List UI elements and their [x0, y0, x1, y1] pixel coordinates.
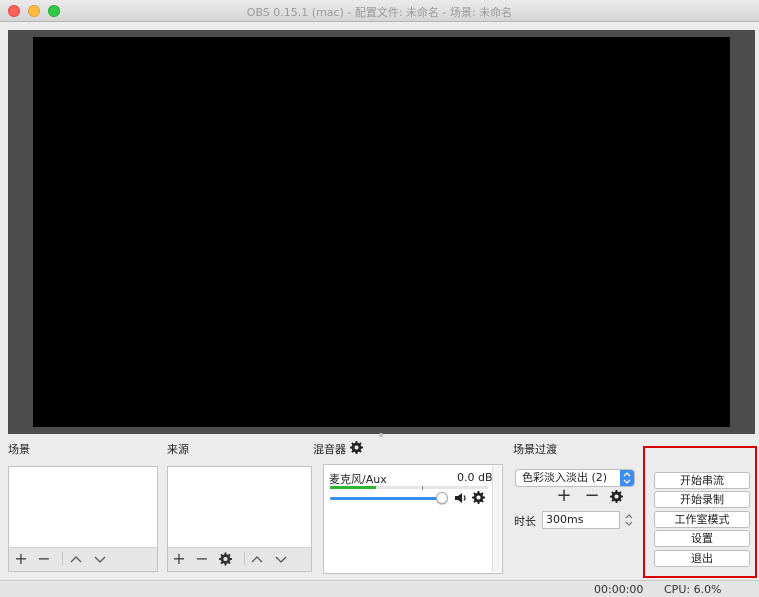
add-source-icon[interactable]: +: [171, 549, 187, 569]
scenes-label: 场景: [8, 443, 30, 456]
sources-toolbar: + −: [167, 547, 312, 572]
move-scene-down-icon[interactable]: [93, 549, 109, 569]
volume-meter: [330, 486, 488, 490]
volume-meter-tick: [422, 486, 423, 490]
preview-canvas[interactable]: [33, 37, 730, 427]
select-arrows-icon: [620, 470, 634, 486]
move-scene-up-icon[interactable]: [69, 549, 85, 569]
duration-label: 时长: [514, 515, 536, 528]
window-title: OBS 0.15.1 (mac) - 配置文件: 未命名 - 场景: 未命名: [246, 6, 513, 19]
mixer-scrollbar[interactable]: [492, 466, 501, 572]
toolbar-divider: [244, 552, 245, 565]
sources-label: 来源: [167, 443, 189, 456]
volume-slider-track[interactable]: [330, 497, 442, 500]
move-source-down-icon[interactable]: [274, 549, 290, 569]
transition-properties-gear-icon[interactable]: [610, 490, 624, 504]
toolbar-divider: [62, 552, 63, 565]
transition-selected-value: 色彩淡入淡出 (2): [522, 471, 608, 484]
add-scene-icon[interactable]: +: [13, 549, 29, 569]
volume-meter-level: [330, 486, 376, 489]
remove-scene-icon[interactable]: −: [36, 549, 52, 569]
status-bar: 00:00:00 CPU: 6.0%: [0, 580, 759, 597]
duration-input[interactable]: 300ms: [542, 511, 620, 529]
preview-resize-handle[interactable]: [379, 433, 383, 437]
mixer-header: 混音器: [313, 441, 363, 457]
source-properties-gear-icon[interactable]: [219, 549, 235, 569]
scenes-toolbar: + −: [8, 547, 158, 572]
speaker-mute-icon[interactable]: [454, 491, 468, 505]
controls-highlight-box: [643, 446, 757, 578]
volume-slider-knob[interactable]: [436, 492, 448, 504]
transition-select[interactable]: 色彩淡入淡出 (2): [515, 469, 635, 487]
duration-stepper-icon[interactable]: [624, 511, 634, 529]
mixer-channel-db: 0.0 dB: [457, 471, 493, 484]
remove-source-icon[interactable]: −: [194, 549, 210, 569]
title-bar: OBS 0.15.1 (mac) - 配置文件: 未命名 - 场景: 未命名: [0, 0, 759, 22]
scenes-list[interactable]: [8, 466, 158, 548]
status-cpu: CPU: 6.0%: [664, 583, 722, 596]
mixer-channel-name: 麦克风/Aux: [329, 473, 387, 486]
move-source-up-icon[interactable]: [250, 549, 266, 569]
mixer-channel-gear-icon[interactable]: [472, 491, 486, 505]
remove-transition-icon[interactable]: −: [583, 486, 601, 506]
add-transition-icon[interactable]: +: [555, 486, 573, 506]
transitions-label: 场景过渡: [513, 443, 557, 456]
mixer-panel: 麦克风/Aux 0.0 dB: [323, 464, 503, 574]
mixer-label: 混音器: [313, 443, 346, 456]
mixer-gear-icon[interactable]: [350, 441, 363, 457]
sources-list[interactable]: [167, 466, 312, 548]
status-time: 00:00:00: [594, 583, 644, 596]
